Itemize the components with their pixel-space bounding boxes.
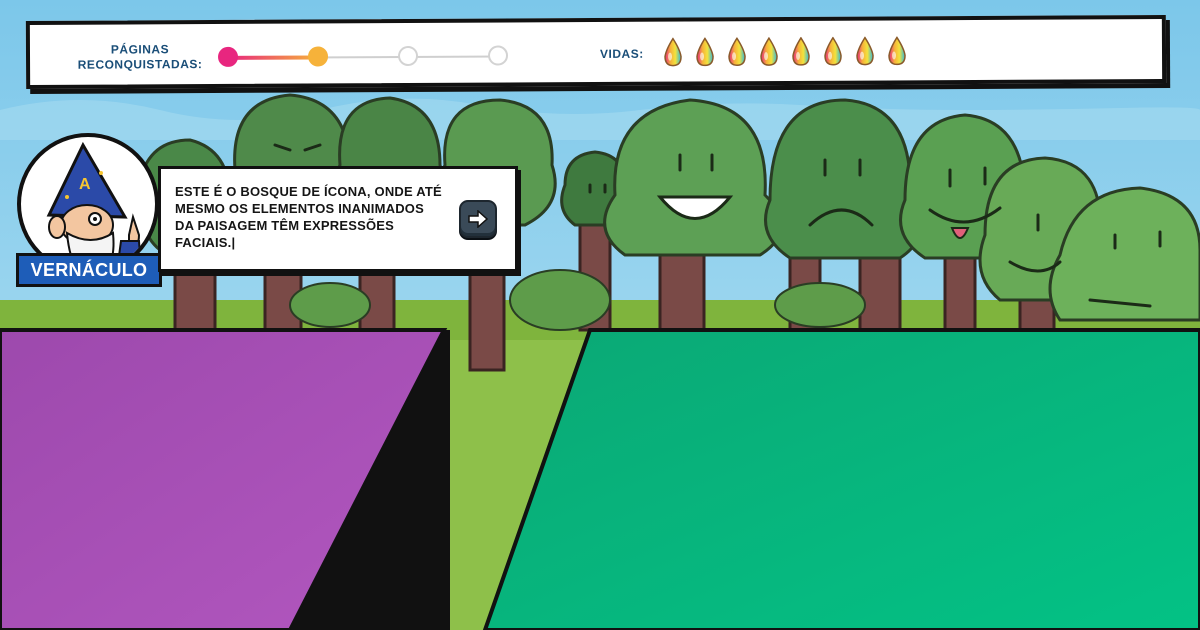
- life-drop-icon: [696, 37, 714, 67]
- progress-step-3: [397, 45, 419, 67]
- next-dialog-button[interactable]: [459, 200, 497, 238]
- hud-bar: PÁGINAS RECONQUISTADAS: VIDAS:: [25, 15, 1167, 89]
- forest-scene: [0, 0, 1200, 630]
- progress-step-2: [307, 46, 329, 67]
- life-drop-icon: [760, 37, 778, 66]
- wizard-portrait: A: [46, 141, 143, 271]
- progress-step-1: [217, 46, 239, 67]
- progress-step-4: [487, 45, 509, 66]
- life-drop-icon: [824, 36, 842, 66]
- hat-letter: A: [79, 176, 91, 193]
- life-drop-icon: [888, 36, 906, 66]
- life-drop-icon: [856, 36, 874, 66]
- dialog-box: ESTE É O BOSQUE DE ÍCONA, ONDE ATÉ MESMO…: [158, 166, 518, 272]
- pages-label-line2: RECONQUISTADAS:: [77, 57, 203, 72]
- pages-label: PÁGINAS RECONQUISTADAS:: [70, 42, 210, 73]
- arrow-right-icon: [468, 210, 489, 228]
- life-drop-icon: [664, 37, 682, 67]
- character-name-tag: VERNÁCULO: [16, 253, 162, 287]
- life-drop-icon: [792, 36, 810, 66]
- life-drop-icon: [728, 37, 746, 67]
- lives-label: VIDAS:: [599, 46, 644, 61]
- pages-label-line1: PÁGINAS: [110, 42, 170, 57]
- pages-progress: [217, 44, 510, 70]
- lives-container: [662, 36, 908, 67]
- progress-fill: [228, 55, 319, 60]
- dialog-text: ESTE É O BOSQUE DE ÍCONA, ONDE ATÉ MESMO…: [175, 184, 442, 250]
